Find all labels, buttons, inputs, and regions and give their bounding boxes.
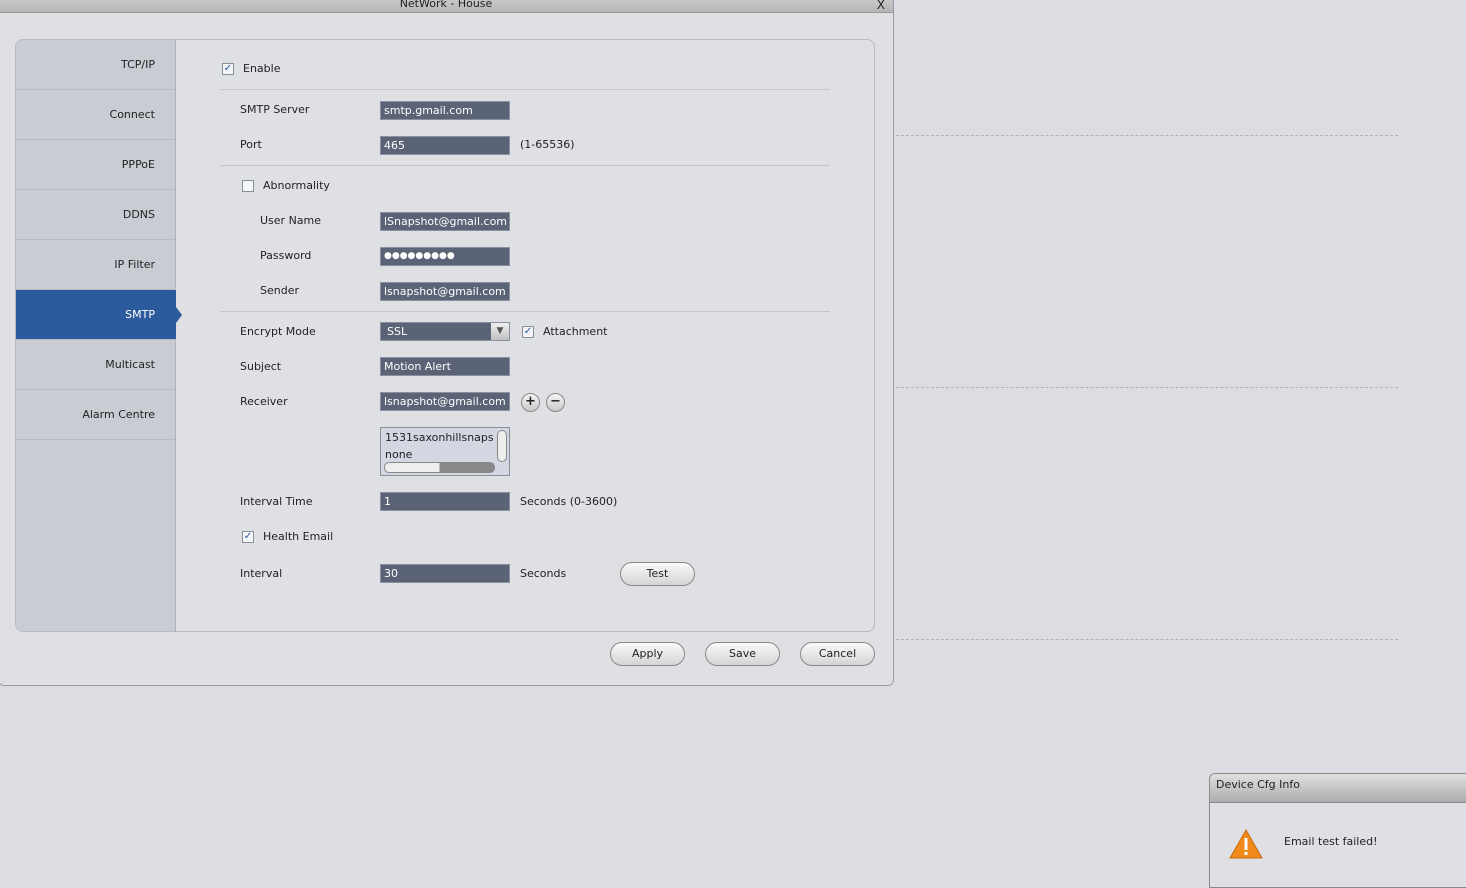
sender-input[interactable]: lsnapshot@gmail.com — [380, 282, 510, 301]
receiver-list[interactable]: 1531saxonhillsnaps none — [380, 427, 510, 476]
attachment-checkbox[interactable]: ✓ — [522, 326, 534, 338]
sidebar-item-smtp[interactable]: SMTP — [16, 290, 182, 340]
password-label: Password — [260, 249, 312, 262]
divider — [896, 135, 1398, 136]
close-button[interactable]: X — [877, 0, 885, 12]
window-title: NetWork - House — [399, 0, 493, 10]
port-hint: (1-65536) — [520, 138, 575, 151]
add-receiver-button[interactable]: + — [521, 393, 540, 412]
attachment-label: Attachment — [543, 325, 608, 338]
interval-time-input[interactable]: 1 — [380, 492, 510, 511]
list-item[interactable]: none — [385, 448, 412, 461]
info-popup: Device Cfg Info Email test failed! — [1209, 773, 1466, 888]
interval-input[interactable]: 30 — [380, 564, 510, 583]
password-input[interactable]: ●●●●●●●●● — [380, 247, 510, 266]
sidebar-item-pppoe[interactable]: PPPoE — [16, 140, 176, 190]
health-email-label: Health Email — [263, 530, 334, 543]
divider — [896, 639, 1398, 640]
divider — [896, 387, 1398, 388]
sender-label: Sender — [260, 284, 299, 297]
popup-title: Device Cfg Info — [1210, 774, 1466, 803]
receiver-input[interactable]: lsnapshot@gmail.com — [380, 392, 510, 411]
enable-checkbox[interactable]: ✓ — [222, 63, 234, 75]
receiver-label: Receiver — [240, 395, 288, 408]
interval-time-label: Interval Time — [240, 495, 313, 508]
cancel-button[interactable]: Cancel — [800, 642, 875, 666]
divider — [220, 311, 830, 312]
subject-label: Subject — [240, 360, 282, 373]
remove-receiver-button[interactable]: − — [546, 393, 565, 412]
encrypt-mode-label: Encrypt Mode — [240, 325, 316, 338]
sidebar-item-multicast[interactable]: Multicast — [16, 340, 176, 390]
interval-hint: Seconds — [520, 567, 567, 580]
interval-time-hint: Seconds (0-3600) — [520, 495, 618, 508]
port-input[interactable]: 465 — [380, 136, 510, 155]
encrypt-mode-value: SSL — [387, 325, 408, 338]
test-button[interactable]: Test — [620, 562, 695, 586]
interval-label: Interval — [240, 567, 283, 580]
apply-button[interactable]: Apply — [610, 642, 685, 666]
user-name-label: User Name — [260, 214, 322, 227]
smtp-server-label: SMTP Server — [240, 103, 310, 116]
abnormality-checkbox[interactable] — [242, 180, 254, 192]
sidebar-item-ip-filter[interactable]: IP Filter — [16, 240, 176, 290]
sidebar-item-tcpip[interactable]: TCP/IP — [16, 40, 176, 90]
vertical-scrollbar[interactable] — [497, 430, 507, 462]
sidebar-item-connect[interactable]: Connect — [16, 90, 176, 140]
horizontal-scrollbar[interactable] — [384, 462, 495, 473]
warning-icon — [1229, 828, 1263, 859]
enable-label: Enable — [243, 62, 281, 75]
encrypt-mode-select[interactable]: SSL ▼ — [380, 322, 510, 341]
health-email-checkbox[interactable]: ✓ — [242, 531, 254, 543]
divider — [220, 165, 830, 166]
divider — [220, 89, 830, 90]
user-name-input[interactable]: lSnapshot@gmail.com — [380, 212, 510, 231]
save-button[interactable]: Save — [705, 642, 780, 666]
sidebar: TCP/IP Connect PPPoE DDNS IP Filter SMTP… — [16, 40, 182, 631]
abnormality-label: Abnormality — [263, 179, 330, 192]
popup-message: Email test failed! — [1284, 835, 1378, 848]
sidebar-item-alarm-centre[interactable]: Alarm Centre — [16, 390, 176, 440]
port-label: Port — [240, 138, 262, 151]
list-item[interactable]: 1531saxonhillsnaps — [385, 431, 495, 444]
subject-input[interactable]: Motion Alert — [380, 357, 510, 376]
title-bar: NetWork - House — [0, 0, 893, 13]
chevron-down-icon[interactable]: ▼ — [491, 323, 509, 340]
sidebar-item-ddns[interactable]: DDNS — [16, 190, 176, 240]
smtp-server-input[interactable]: smtp.gmail.com — [380, 101, 510, 120]
